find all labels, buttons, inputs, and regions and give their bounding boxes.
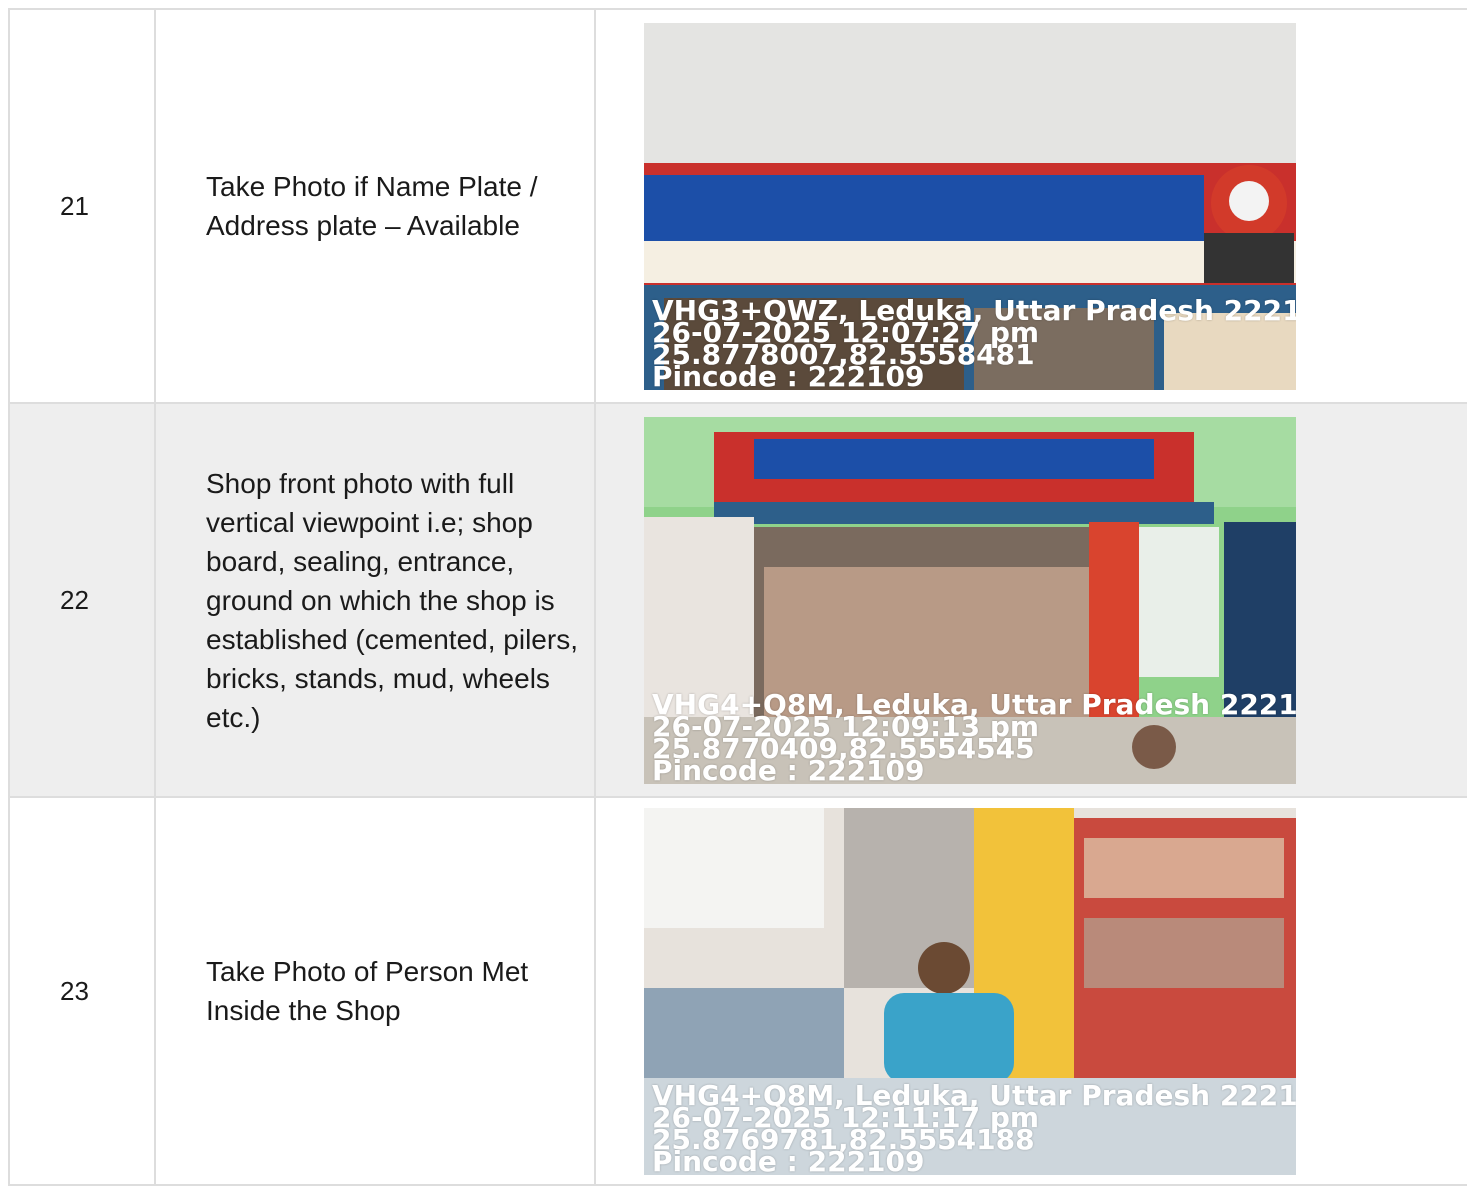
row-description: Take Photo if Name Plate / Address plate… bbox=[154, 8, 596, 404]
geo-stamp: VHG4+Q8M, Leduka, Uttar Pradesh 222109, … bbox=[652, 1081, 1296, 1175]
photo-cell: VHG4+Q8M, Leduka, Uttar Pradesh 222109, … bbox=[594, 796, 1467, 1186]
table-row: 21 Take Photo if Name Plate / Address pl… bbox=[8, 8, 1467, 404]
table-row: 22 Shop front photo with full vertical v… bbox=[8, 402, 1467, 798]
photo-cell: VHG3+QWZ, Leduka, Uttar Pradesh 222109, … bbox=[594, 8, 1467, 404]
row-number: 23 bbox=[8, 796, 156, 1186]
row-number: 21 bbox=[8, 8, 156, 404]
photo-evidence-table: 21 Take Photo if Name Plate / Address pl… bbox=[8, 8, 1467, 1186]
row-description: Shop front photo with full vertical view… bbox=[154, 402, 596, 798]
geo-stamp: VHG3+QWZ, Leduka, Uttar Pradesh 222109, … bbox=[652, 296, 1296, 390]
shop-front-photo[interactable]: VHG4+Q8M, Leduka, Uttar Pradesh 222109, … bbox=[644, 416, 1296, 784]
person-inside-shop-photo[interactable]: VHG4+Q8M, Leduka, Uttar Pradesh 222109, … bbox=[644, 807, 1296, 1175]
table-row: 23 Take Photo of Person Met Inside the S… bbox=[8, 796, 1467, 1186]
row-number: 22 bbox=[8, 402, 156, 798]
shop-signboard-photo[interactable]: VHG3+QWZ, Leduka, Uttar Pradesh 222109, … bbox=[644, 22, 1296, 390]
photo-cell: VHG4+Q8M, Leduka, Uttar Pradesh 222109, … bbox=[594, 402, 1467, 798]
row-description: Take Photo of Person Met Inside the Shop bbox=[154, 796, 596, 1186]
geo-stamp: VHG4+Q8M, Leduka, Uttar Pradesh 222109, … bbox=[652, 690, 1296, 784]
